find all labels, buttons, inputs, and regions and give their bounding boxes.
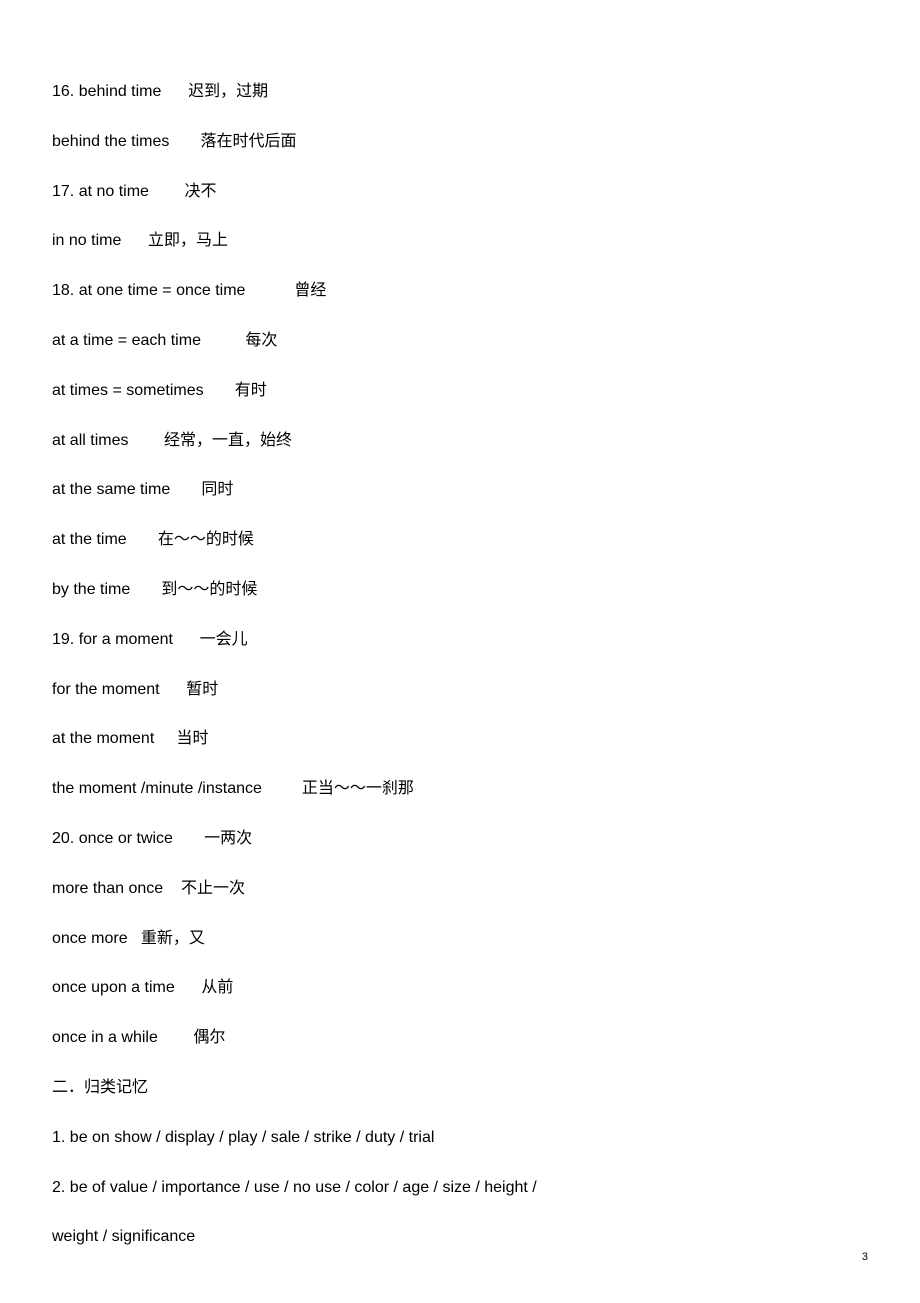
text-line: more than once 不止一次	[52, 879, 868, 900]
text-line: 2. be of value / importance / use / no u…	[52, 1178, 868, 1199]
page-number: 3	[862, 1251, 868, 1263]
text-line: for the moment 暂时	[52, 680, 868, 701]
text-line: at a time = each time 每次	[52, 331, 868, 352]
text-line: the moment /minute /instance 正当～～一刹那	[52, 779, 868, 800]
text-line: once upon a time 从前	[52, 978, 868, 999]
text-line: 18. at one time = once time 曾经	[52, 281, 868, 302]
text-line: at the same time 同时	[52, 480, 868, 501]
text-line: 1. be on show / display / play / sale / …	[52, 1128, 868, 1149]
text-line: 二．归类记忆	[52, 1078, 868, 1099]
text-line: by the time 到～～的时候	[52, 580, 868, 601]
text-line: once in a while 偶尔	[52, 1028, 868, 1049]
text-line: 16. behind time 迟到，过期	[52, 82, 868, 103]
text-line: once more 重新，又	[52, 929, 868, 950]
text-line: 20. once or twice 一两次	[52, 829, 868, 850]
text-line: in no time 立即，马上	[52, 231, 868, 252]
text-line: at all times 经常，一直，始终	[52, 431, 868, 452]
text-line: behind the times 落在时代后面	[52, 132, 868, 153]
text-line: 19. for a moment 一会儿	[52, 630, 868, 651]
text-line: weight / significance	[52, 1227, 868, 1248]
text-line: at times = sometimes 有时	[52, 381, 868, 402]
text-line: at the time 在～～的时候	[52, 530, 868, 551]
text-line: 17. at no time 决不	[52, 182, 868, 203]
text-line: at the moment 当时	[52, 729, 868, 750]
document-page: 16. behind time 迟到，过期 behind the times 落…	[0, 0, 920, 1303]
